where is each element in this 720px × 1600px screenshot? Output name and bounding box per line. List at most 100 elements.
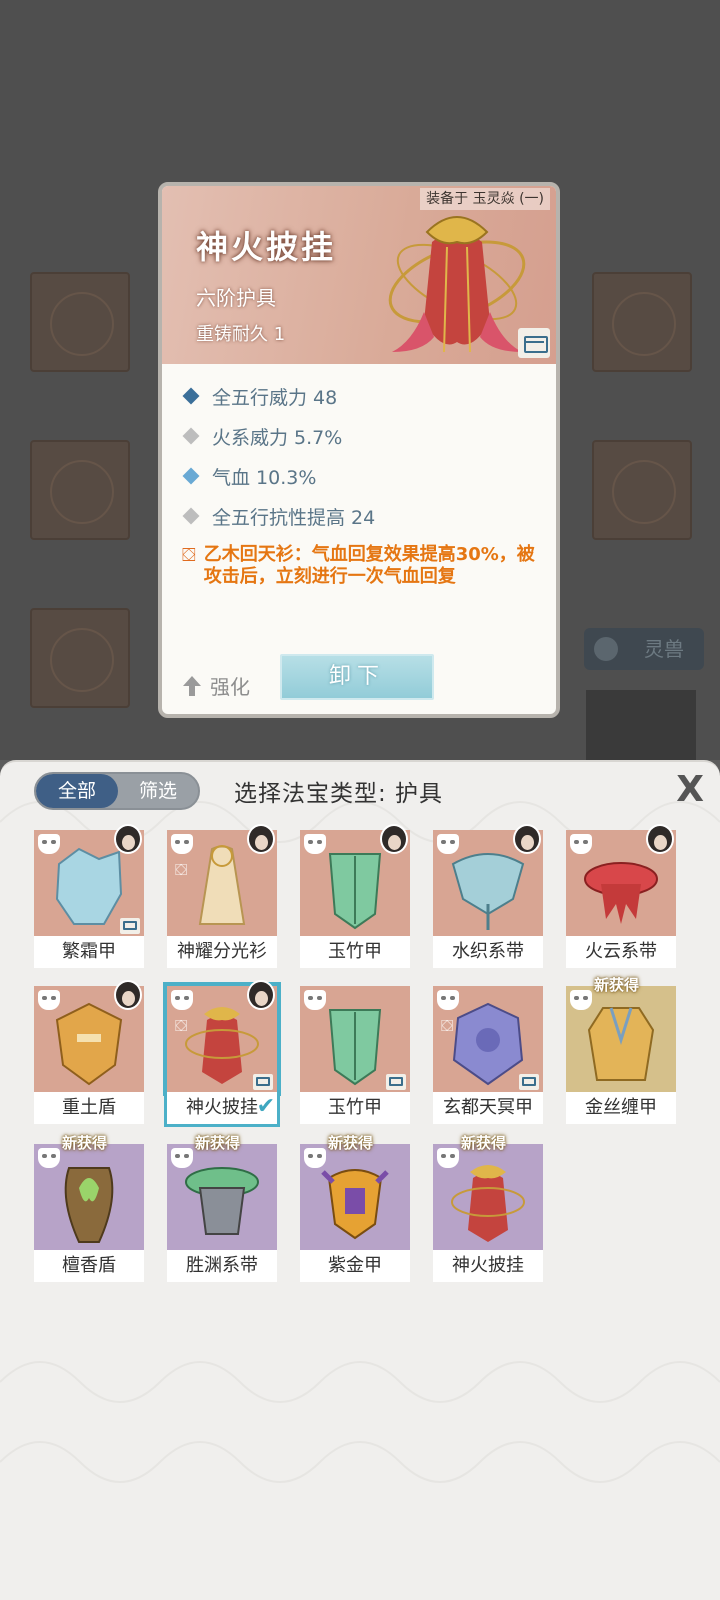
item-durability: 重铸耐久 1	[196, 324, 286, 345]
filter-segment: 全部 筛选	[34, 772, 200, 810]
equipment-slot[interactable]	[30, 272, 130, 372]
diamond-icon	[182, 507, 200, 525]
item-card[interactable]: 重土盾	[34, 980, 144, 1124]
storage-icon	[386, 1074, 406, 1090]
mask-icon	[171, 1148, 193, 1168]
item-name: 紫金甲	[300, 1250, 410, 1282]
element-icon: ⛋	[441, 1016, 454, 1035]
spirit-beast-button[interactable]: 灵兽	[584, 628, 704, 670]
mask-icon	[437, 834, 459, 854]
item-card[interactable]: 繁霜甲	[34, 824, 144, 968]
mask-icon	[437, 990, 459, 1010]
mask-icon	[38, 834, 60, 854]
item-name: 檀香盾	[34, 1250, 144, 1282]
equipment-slot[interactable]	[30, 608, 130, 708]
special-effect: ⛋ 乙木回天衫：气血回复效果提高30%，被攻击后，立刻进行一次气血回复	[182, 544, 556, 588]
diamond-icon	[182, 387, 200, 405]
item-card[interactable]: 新获得 神火披挂	[433, 1134, 543, 1282]
item-name: 金丝缠甲	[566, 1092, 676, 1124]
owner-avatar	[380, 824, 408, 854]
special-effect-text: 乙木回天衫：气血回复效果提高30%，被攻击后，立刻进行一次气血回复	[203, 544, 535, 587]
item-card[interactable]: 水织系带	[433, 824, 543, 968]
item-name: 玄都天冥甲	[433, 1092, 543, 1124]
storage-icon	[253, 1074, 273, 1090]
element-icon: ⛋	[175, 860, 188, 879]
item-card-selected[interactable]: ⛋ 神火披挂 ✔	[163, 980, 281, 1127]
mask-icon	[38, 990, 60, 1010]
tab-all[interactable]: 全部	[36, 774, 118, 808]
checkmark-icon: ✔	[256, 1094, 275, 1119]
stat-text: 火系威力 5.7%	[212, 426, 343, 449]
item-name: 繁霜甲	[34, 936, 144, 968]
stat-list: 全五行威力 48 火系威力 5.7% 气血 10.3% 全五行抗性提高 24 ⛋…	[162, 364, 556, 588]
item-card[interactable]: 新获得 胜渊系带	[167, 1134, 277, 1282]
spirit-beast-label: 灵兽	[644, 637, 684, 661]
new-badge: 新获得	[195, 1134, 241, 1152]
mask-icon	[38, 1148, 60, 1168]
item-card[interactable]: ⛋ 玄都天冥甲	[433, 986, 543, 1124]
stat-row: 火系威力 5.7%	[182, 416, 556, 456]
element-icon: ⛋	[175, 1016, 188, 1035]
mask-icon	[304, 1148, 326, 1168]
tab-filter[interactable]: 筛选	[118, 774, 198, 808]
panel-title: 选择法宝类型: 护具	[234, 781, 444, 807]
stat-row: 全五行威力 48	[182, 376, 556, 416]
storage-icon	[120, 918, 140, 934]
mask-icon	[304, 990, 326, 1010]
unequip-button[interactable]: 卸下	[280, 654, 434, 700]
owner-avatar	[513, 824, 541, 854]
item-name: 玉竹甲	[300, 936, 410, 968]
item-name: 神火披挂	[196, 228, 337, 266]
owner-avatar	[114, 824, 142, 854]
storage-icon	[518, 328, 550, 358]
item-name: 神火披挂	[433, 1250, 543, 1282]
item-selection-panel: 全部 筛选 选择法宝类型: 护具 X 繁霜甲 ⛋ 神耀分光衫 玉竹甲 水织系带 …	[0, 760, 720, 1600]
enhance-button[interactable]: 强化	[182, 671, 250, 700]
stat-row: 气血 10.3%	[182, 456, 556, 496]
item-name: 重土盾	[34, 1092, 144, 1124]
mask-icon	[437, 1148, 459, 1168]
equipment-slot[interactable]	[592, 272, 692, 372]
paw-icon	[594, 637, 618, 661]
item-card[interactable]: 新获得 金丝缠甲	[566, 976, 676, 1124]
item-name: 玉竹甲	[300, 1092, 410, 1124]
mask-icon	[570, 990, 592, 1010]
mask-icon	[171, 990, 193, 1010]
mask-icon	[171, 834, 193, 854]
diamond-icon	[182, 427, 200, 445]
armor-illustration	[388, 216, 526, 353]
item-card[interactable]: 玉竹甲	[300, 986, 410, 1124]
item-detail-popup: 装备于 玉灵焱 (一) 神火披挂 六阶护具 重铸耐久 1 全五行威力 48 火系…	[158, 182, 560, 718]
equipment-slot[interactable]	[586, 690, 696, 760]
new-badge: 新获得	[328, 1134, 374, 1152]
new-badge: 新获得	[62, 1134, 108, 1152]
owner-avatar	[114, 980, 142, 1010]
item-name: 水织系带	[433, 936, 543, 968]
owner-avatar	[247, 824, 275, 854]
item-detail-header: 装备于 玉灵焱 (一) 神火披挂 六阶护具 重铸耐久 1	[162, 186, 556, 364]
item-card[interactable]: 新获得 檀香盾	[34, 1134, 144, 1282]
new-badge: 新获得	[594, 976, 640, 994]
upgrade-arrow-icon	[183, 675, 201, 696]
mask-icon	[570, 834, 592, 854]
diamond-icon	[182, 467, 200, 485]
stat-text: 全五行抗性提高 24	[212, 506, 376, 529]
enhance-label: 强化	[210, 675, 250, 699]
item-tier: 六阶护具	[196, 286, 276, 310]
storage-icon	[519, 1074, 539, 1090]
item-card[interactable]: 火云系带	[566, 824, 676, 968]
close-button[interactable]: X	[676, 772, 704, 808]
owner-avatar	[247, 980, 275, 1010]
item-name: 胜渊系带	[167, 1250, 277, 1282]
equipment-slot[interactable]	[30, 440, 130, 540]
mask-icon	[304, 834, 326, 854]
equipment-slot[interactable]	[592, 440, 692, 540]
item-card[interactable]: 玉竹甲	[300, 824, 410, 968]
item-name: 神耀分光衫	[167, 936, 277, 968]
stat-text: 全五行威力 48	[212, 386, 338, 409]
item-card[interactable]: 新获得 紫金甲	[300, 1134, 410, 1282]
stat-text: 气血 10.3%	[212, 466, 317, 489]
special-effect-icon: ⛋	[182, 545, 196, 566]
item-name: 火云系带	[566, 936, 676, 968]
item-card[interactable]: ⛋ 神耀分光衫	[167, 824, 277, 968]
